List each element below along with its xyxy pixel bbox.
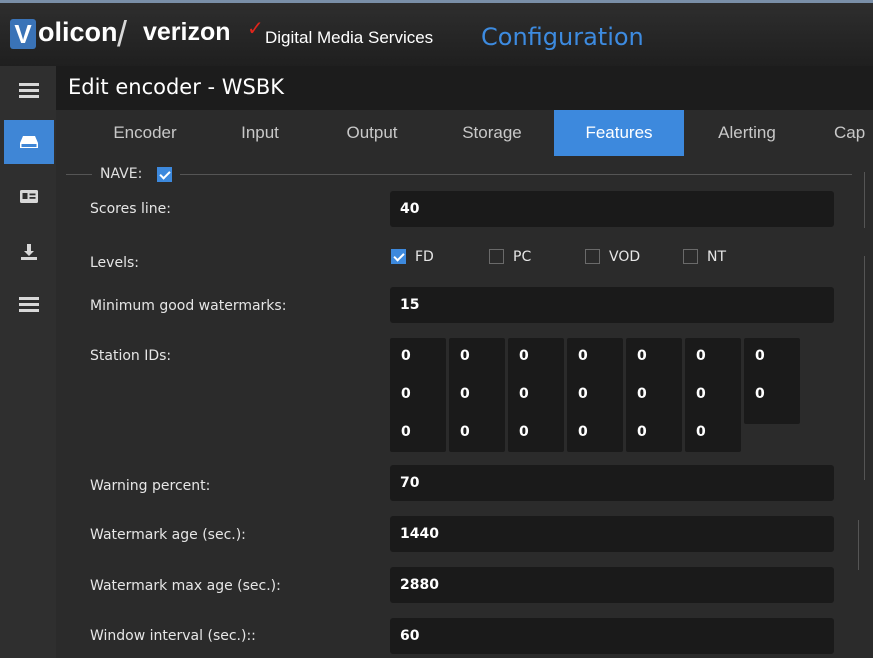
brand-separator: / [117, 13, 128, 54]
tab-alerting[interactable]: Alerting [682, 110, 812, 156]
volicon-logo-text: olicon [38, 17, 118, 47]
watermark-age-label: Watermark age (sec.): [90, 527, 246, 543]
station-id-input[interactable]: 0 [567, 414, 623, 452]
level-nt-checkbox[interactable] [683, 249, 698, 264]
nav-encoders-button[interactable] [4, 120, 54, 164]
hamburger-icon [19, 82, 39, 98]
fieldset-border [180, 174, 852, 175]
page-title: Edit encoder - WSBK [68, 75, 285, 99]
levels-label: Levels: [90, 255, 139, 271]
window-interval-input[interactable]: 60 [390, 618, 834, 654]
brand-bar: V olicon / verizon ✓ Digital Media Servi… [0, 0, 873, 66]
min-good-watermarks-input[interactable]: 15 [390, 287, 834, 323]
tab-features[interactable]: Features [554, 110, 684, 156]
level-vod-checkbox[interactable] [585, 249, 600, 264]
product-name: Digital Media Services [265, 28, 434, 47]
tab-storage[interactable]: Storage [432, 110, 552, 156]
scores-line-input[interactable]: 40 [390, 191, 834, 227]
fieldset-border [66, 174, 92, 175]
scores-line-label: Scores line: [90, 201, 171, 217]
level-vod-label: VOD [609, 249, 641, 265]
panel-border [858, 520, 859, 570]
tab-bar: Encoder Input Output Storage Features Al… [56, 110, 873, 156]
watermark-max-age-input[interactable]: 2880 [390, 567, 834, 603]
nave-label: NAVE: [100, 166, 143, 182]
level-pc-checkbox[interactable] [489, 249, 504, 264]
station-id-input[interactable]: 0 [744, 376, 800, 424]
page-header: Edit encoder - WSBK [56, 66, 873, 110]
id-card-icon [20, 189, 38, 203]
nav-id-card-button[interactable] [4, 174, 54, 218]
list-icon [19, 296, 39, 312]
min-good-watermarks-label: Minimum good watermarks: [90, 298, 287, 314]
panel-border [864, 256, 865, 480]
watermark-max-age-label: Watermark max age (sec.): [90, 578, 281, 594]
tab-input[interactable]: Input [210, 110, 310, 156]
nav-download-button[interactable] [4, 230, 54, 274]
window-interval-label: Window interval (sec.):: [90, 628, 256, 644]
watermark-age-input[interactable]: 1440 [390, 516, 834, 552]
warning-percent-label: Warning percent: [90, 478, 211, 494]
drive-icon [20, 135, 38, 149]
station-ids-label: Station IDs: [90, 348, 172, 364]
tab-captions[interactable]: Cap [820, 110, 873, 156]
nav-list-button[interactable] [4, 282, 54, 326]
panel-border [864, 172, 865, 228]
station-id-input[interactable]: 0 [685, 414, 741, 452]
section-title: Configuration [481, 23, 644, 51]
nave-checkbox[interactable] [157, 167, 172, 182]
level-pc-label: PC [513, 249, 532, 265]
volicon-logo-mark: V [10, 19, 36, 49]
station-id-input[interactable]: 0 [390, 414, 446, 452]
station-id-input[interactable]: 0 [626, 414, 682, 452]
nav-rail [0, 66, 56, 658]
warning-percent-input[interactable]: 70 [390, 465, 834, 501]
level-fd-checkbox[interactable] [391, 249, 406, 264]
download-icon [20, 243, 38, 261]
station-id-input[interactable]: 0 [449, 414, 505, 452]
nav-menu-button[interactable] [4, 68, 54, 112]
verizon-check-icon: ✓ [247, 16, 264, 40]
tab-output[interactable]: Output [320, 110, 424, 156]
level-fd-label: FD [415, 249, 434, 265]
tab-encoder[interactable]: Encoder [80, 110, 210, 156]
station-id-input[interactable]: 0 [508, 414, 564, 452]
verizon-logo-text: verizon [143, 18, 231, 46]
level-nt-label: NT [707, 249, 727, 265]
